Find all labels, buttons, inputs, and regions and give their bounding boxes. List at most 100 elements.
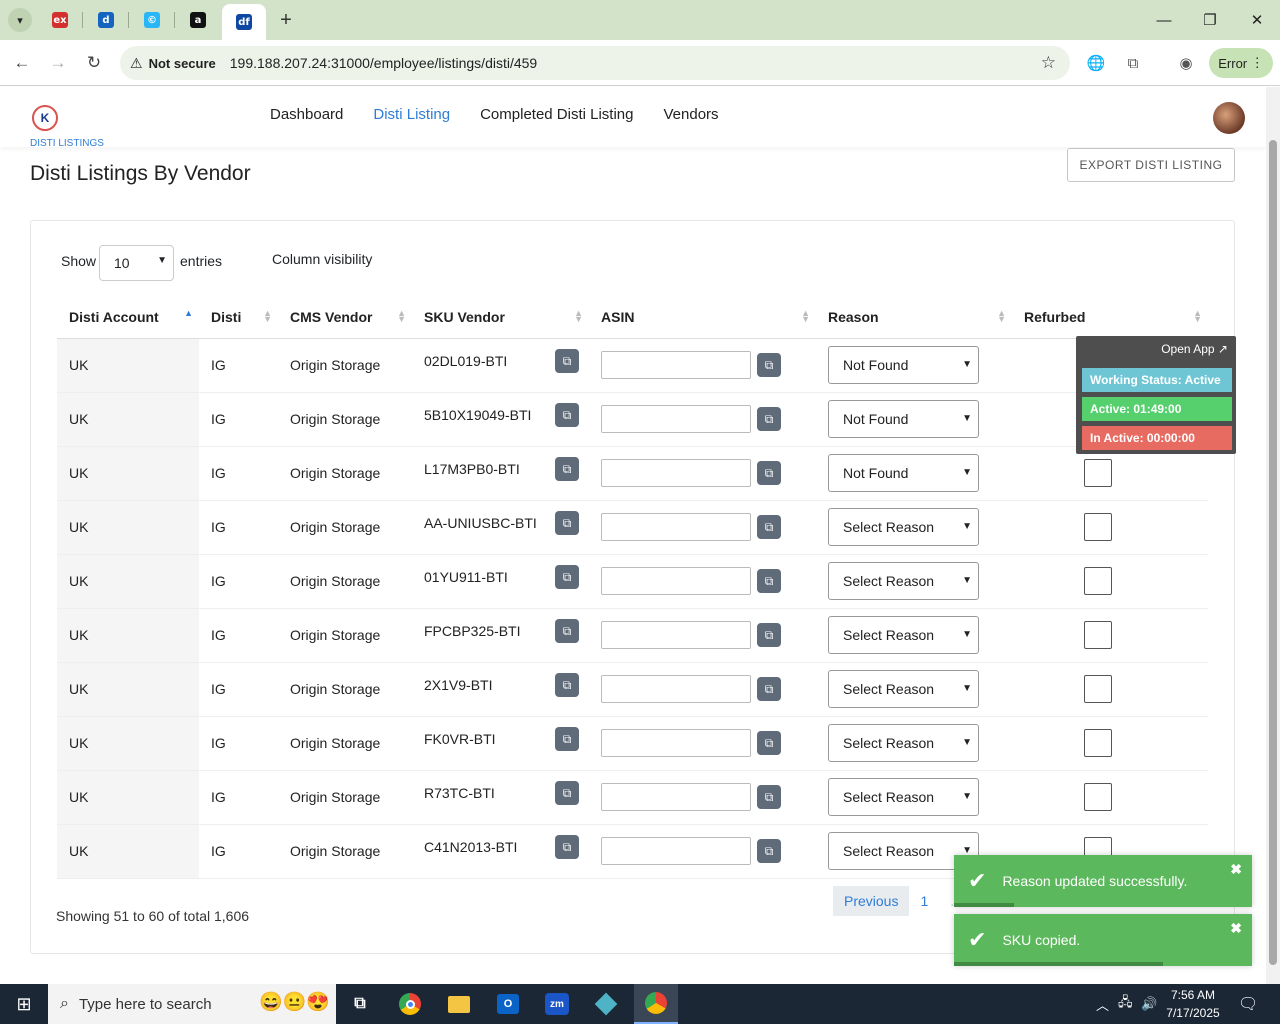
security-indicator[interactable]: ⚠ Not secure — [130, 55, 216, 72]
reason-select[interactable]: Select Reason ▼ — [828, 724, 979, 762]
copy-sku-button[interactable]: ⧉ — [555, 727, 579, 751]
reason-select[interactable]: Select Reason ▼ — [828, 616, 979, 654]
taskbar-clock[interactable]: 7:56 AM 7/17/2025 — [1162, 986, 1224, 1022]
copy-asin-button[interactable]: ⧉ — [757, 461, 781, 485]
refurbed-checkbox[interactable] — [1084, 513, 1112, 541]
scrollbar-thumb[interactable] — [1269, 140, 1277, 965]
column-header-disti[interactable]: Disti ▲ ▼ — [199, 296, 278, 339]
asin-input[interactable] — [601, 837, 751, 865]
nav-vendors[interactable]: Vendors — [664, 106, 719, 123]
copy-sku-button[interactable]: ⧉ — [555, 835, 579, 859]
extensions-icon[interactable]: ⧉ — [1122, 52, 1144, 74]
reason-select[interactable]: Select Reason ▼ — [828, 670, 979, 708]
copy-asin-button[interactable]: ⧉ — [757, 839, 781, 863]
profile-icon[interactable]: ◉ — [1175, 52, 1197, 74]
refurbed-checkbox[interactable] — [1084, 459, 1112, 487]
close-window-icon[interactable]: ✕ — [1234, 0, 1280, 40]
breadcrumb[interactable]: DISTI LISTINGS — [30, 138, 104, 152]
reason-select[interactable]: Select Reason ▼ — [828, 778, 979, 816]
browser-tab-c[interactable]: © — [134, 6, 170, 34]
asin-input[interactable] — [601, 567, 751, 595]
copy-sku-button[interactable]: ⧉ — [555, 619, 579, 643]
copy-sku-button[interactable]: ⧉ — [555, 673, 579, 697]
taskbar-search[interactable]: ⌕ Type here to search 😄😐😍 — [48, 984, 336, 1024]
copy-asin-button[interactable]: ⧉ — [757, 515, 781, 539]
nav-completed-disti-listing[interactable]: Completed Disti Listing — [480, 106, 633, 123]
copy-asin-button[interactable]: ⧉ — [757, 677, 781, 701]
column-header-sku-vendor[interactable]: SKU Vendor ▲ ▼ — [412, 296, 589, 339]
browser-tab-df[interactable]: df — [222, 4, 266, 40]
copy-asin-button[interactable]: ⧉ — [757, 569, 781, 593]
copy-sku-button[interactable]: ⧉ — [555, 511, 579, 535]
copy-sku-button[interactable]: ⧉ — [555, 403, 579, 427]
zoom-icon[interactable]: zm — [541, 988, 573, 1020]
previous-page-button[interactable]: Previous — [833, 886, 910, 916]
browser-tab-a[interactable]: a — [180, 6, 216, 34]
asin-input[interactable] — [601, 675, 751, 703]
asin-input[interactable] — [601, 351, 751, 379]
column-header-refurbed[interactable]: Refurbed ▲ ▼ — [1012, 296, 1208, 339]
reason-select[interactable]: Select Reason ▼ — [828, 562, 979, 600]
tab-search-chevron-icon[interactable]: ▾ — [8, 8, 32, 32]
nav-dashboard[interactable]: Dashboard — [270, 106, 343, 123]
asin-input[interactable] — [601, 405, 751, 433]
profile-error-button[interactable]: Error ⋮ — [1209, 48, 1273, 78]
refurbed-checkbox[interactable] — [1084, 675, 1112, 703]
asin-input[interactable] — [601, 783, 751, 811]
outlook-icon[interactable]: O — [492, 988, 524, 1020]
refurbed-checkbox[interactable] — [1084, 729, 1112, 757]
url-text[interactable]: 199.188.207.24:31000/employee/listings/d… — [230, 55, 537, 71]
tray-chevron-icon[interactable]: ︿ — [1096, 984, 1109, 1024]
app-diamond-icon[interactable] — [590, 988, 622, 1020]
browser-tab-d[interactable]: d — [88, 6, 124, 34]
back-icon[interactable]: ← — [8, 49, 36, 77]
restore-icon[interactable]: ❐ — [1187, 0, 1233, 40]
refurbed-checkbox[interactable] — [1084, 567, 1112, 595]
address-bar[interactable]: ⚠ Not secure 199.188.207.24:31000/employ… — [120, 46, 1070, 80]
copy-asin-button[interactable]: ⧉ — [757, 785, 781, 809]
nav-disti-listing[interactable]: Disti Listing — [373, 106, 450, 123]
new-tab-button[interactable]: + — [274, 8, 298, 32]
page-button[interactable]: 1 — [909, 886, 939, 916]
forward-icon[interactable]: → — [44, 49, 72, 77]
column-header-asin[interactable]: ASIN ▲ ▼ — [589, 296, 816, 339]
windows-start-icon[interactable]: ⊞ — [0, 984, 48, 1024]
refurbed-checkbox[interactable] — [1084, 621, 1112, 649]
reason-select[interactable]: Select Reason ▼ — [828, 508, 979, 546]
app-logo[interactable]: K — [32, 105, 58, 131]
copy-sku-button[interactable]: ⧉ — [555, 565, 579, 589]
network-icon[interactable]: 🖧 — [1118, 984, 1133, 1024]
reason-select[interactable]: Not Found ▼ — [828, 346, 979, 384]
file-explorer-icon[interactable] — [443, 988, 475, 1020]
browser-tab-ex[interactable]: ex — [42, 6, 78, 34]
notifications-icon[interactable]: 🗨 — [1238, 984, 1258, 1024]
reload-icon[interactable]: ↻ — [80, 49, 108, 77]
refurbed-checkbox[interactable] — [1084, 783, 1112, 811]
avatar[interactable] — [1213, 102, 1245, 134]
toast-close-icon[interactable]: ✖ — [1230, 861, 1242, 878]
open-app-link[interactable]: Open App ↗ — [1161, 342, 1228, 356]
copy-asin-button[interactable]: ⧉ — [757, 731, 781, 755]
reason-select[interactable]: Not Found ▼ — [828, 400, 979, 438]
reason-select[interactable]: Not Found ▼ — [828, 454, 979, 492]
entries-select[interactable]: 10 ▼ — [99, 245, 174, 281]
export-disti-listing-button[interactable]: EXPORT DISTI LISTING — [1067, 148, 1235, 182]
copy-asin-button[interactable]: ⧉ — [757, 623, 781, 647]
column-header-disti-account[interactable]: Disti Account ▲ — [57, 296, 199, 339]
asin-input[interactable] — [601, 621, 751, 649]
asin-input[interactable] — [601, 459, 751, 487]
copy-asin-button[interactable]: ⧉ — [757, 353, 781, 377]
column-header-cms-vendor[interactable]: CMS Vendor ▲ ▼ — [278, 296, 412, 339]
translate-icon[interactable]: 🌐 — [1085, 52, 1107, 74]
asin-input[interactable] — [601, 513, 751, 541]
volume-icon[interactable]: 🔊 — [1141, 984, 1157, 1024]
copy-asin-button[interactable]: ⧉ — [757, 407, 781, 431]
copy-sku-button[interactable]: ⧉ — [555, 781, 579, 805]
chrome-active-icon[interactable] — [634, 984, 678, 1024]
copy-sku-button[interactable]: ⧉ — [555, 457, 579, 481]
chrome-icon[interactable] — [394, 988, 426, 1020]
task-view-icon[interactable]: ⧉ — [344, 988, 376, 1020]
column-header-reason[interactable]: Reason ▲ ▼ — [816, 296, 1012, 339]
toast-close-icon[interactable]: ✖ — [1230, 920, 1242, 937]
column-visibility-button[interactable]: Column visibility — [272, 251, 372, 267]
